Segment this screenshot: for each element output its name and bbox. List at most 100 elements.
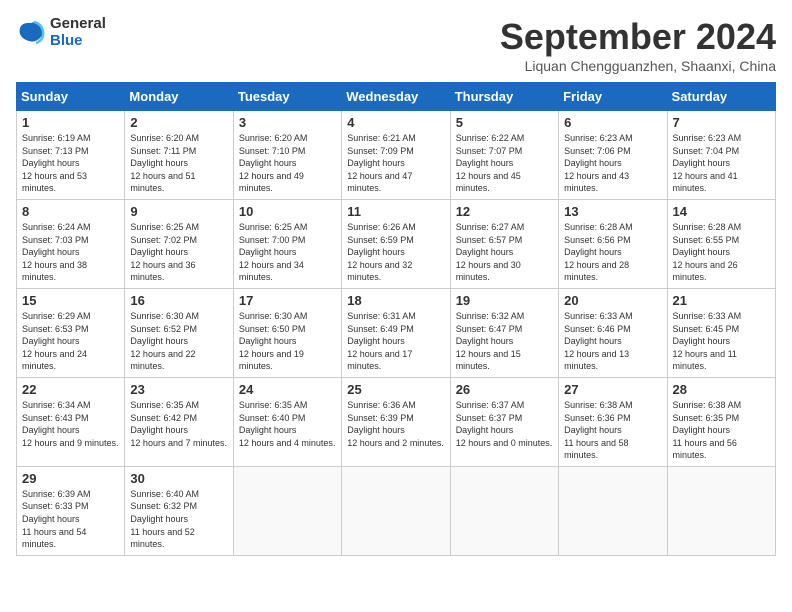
calendar-cell: 8 Sunrise: 6:24 AMSunset: 7:03 PMDaylight… (17, 199, 125, 288)
day-number: 15 (22, 293, 119, 308)
calendar-cell: 10Sunrise: 6:25 AMSunset: 7:00 PMDayligh… (233, 199, 341, 288)
month-title: September 2024 (500, 16, 776, 58)
location: Liquan Chengguanzhen, Shaanxi, China (500, 58, 776, 74)
calendar-cell: 9 Sunrise: 6:25 AMSunset: 7:02 PMDaylight… (125, 199, 233, 288)
day-info: Sunrise: 6:33 AMSunset: 6:45 PMDaylight … (673, 311, 742, 371)
day-info: Sunrise: 6:28 AMSunset: 6:55 PMDaylight … (673, 222, 742, 282)
day-info: Sunrise: 6:30 AMSunset: 6:52 PMDaylight … (130, 311, 199, 371)
weekday-header: Friday (559, 83, 667, 111)
day-info: Sunrise: 6:25 AMSunset: 7:02 PMDaylight … (130, 222, 199, 282)
day-number: 13 (564, 204, 661, 219)
calendar-week-row: 29 Sunrise: 6:39 AMSunset: 6:33 PMDayligh… (17, 466, 776, 555)
day-number: 4 (347, 115, 444, 130)
calendar-cell: 13Sunrise: 6:28 AMSunset: 6:56 PMDayligh… (559, 199, 667, 288)
calendar-cell: 2 Sunrise: 6:20 AMSunset: 7:11 PMDaylight… (125, 111, 233, 200)
weekday-header: Tuesday (233, 83, 341, 111)
calendar-week-row: 8 Sunrise: 6:24 AMSunset: 7:03 PMDaylight… (17, 199, 776, 288)
day-number: 30 (130, 471, 227, 486)
title-area: September 2024 Liquan Chengguanzhen, Sha… (500, 16, 776, 74)
day-number: 21 (673, 293, 770, 308)
weekday-header: Sunday (17, 83, 125, 111)
day-number: 3 (239, 115, 336, 130)
day-number: 12 (456, 204, 553, 219)
calendar: SundayMondayTuesdayWednesdayThursdayFrid… (16, 82, 776, 556)
day-number: 7 (673, 115, 770, 130)
calendar-week-row: 15 Sunrise: 6:29 AMSunset: 6:53 PMDayligh… (17, 288, 776, 377)
calendar-cell (233, 466, 341, 555)
day-number: 17 (239, 293, 336, 308)
day-info: Sunrise: 6:20 AMSunset: 7:10 PMDaylight … (239, 133, 308, 193)
day-number: 29 (22, 471, 119, 486)
day-info: Sunrise: 6:23 AMSunset: 7:04 PMDaylight … (673, 133, 742, 193)
logo-text: General Blue (50, 16, 106, 49)
day-number: 18 (347, 293, 444, 308)
day-info: Sunrise: 6:27 AMSunset: 6:57 PMDaylight … (456, 222, 525, 282)
day-info: Sunrise: 6:35 AMSunset: 6:40 PMDaylight … (239, 400, 336, 448)
calendar-cell: 16 Sunrise: 6:30 AMSunset: 6:52 PMDayligh… (125, 288, 233, 377)
day-number: 27 (564, 382, 661, 397)
day-number: 19 (456, 293, 553, 308)
calendar-cell: 30Sunrise: 6:40 AMSunset: 6:32 PMDayligh… (125, 466, 233, 555)
calendar-cell: 26 Sunrise: 6:37 AMSunset: 6:37 PMDayligh… (450, 377, 558, 466)
day-number: 11 (347, 204, 444, 219)
day-number: 20 (564, 293, 661, 308)
calendar-cell (342, 466, 450, 555)
calendar-cell: 11 Sunrise: 6:26 AMSunset: 6:59 PMDayligh… (342, 199, 450, 288)
day-info: Sunrise: 6:22 AMSunset: 7:07 PMDaylight … (456, 133, 525, 193)
day-info: Sunrise: 6:38 AMSunset: 6:35 PMDaylight … (673, 400, 742, 460)
calendar-cell: 28 Sunrise: 6:38 AMSunset: 6:35 PMDayligh… (667, 377, 775, 466)
day-number: 22 (22, 382, 119, 397)
logo-general: General (50, 16, 106, 33)
calendar-cell: 20Sunrise: 6:33 AMSunset: 6:46 PMDayligh… (559, 288, 667, 377)
day-info: Sunrise: 6:34 AMSunset: 6:43 PMDaylight … (22, 400, 119, 448)
calendar-cell: 3 Sunrise: 6:20 AMSunset: 7:10 PMDaylight… (233, 111, 341, 200)
calendar-cell: 22 Sunrise: 6:34 AMSunset: 6:43 PMDayligh… (17, 377, 125, 466)
day-info: Sunrise: 6:30 AMSunset: 6:50 PMDaylight … (239, 311, 308, 371)
day-number: 23 (130, 382, 227, 397)
day-info: Sunrise: 6:19 AMSunset: 7:13 PMDaylight … (22, 133, 91, 193)
calendar-cell: 17 Sunrise: 6:30 AMSunset: 6:50 PMDayligh… (233, 288, 341, 377)
day-number: 8 (22, 204, 119, 219)
calendar-cell: 25 Sunrise: 6:36 AMSunset: 6:39 PMDayligh… (342, 377, 450, 466)
calendar-cell: 1 Sunrise: 6:19 AMSunset: 7:13 PMDaylight… (17, 111, 125, 200)
calendar-cell: 29 Sunrise: 6:39 AMSunset: 6:33 PMDayligh… (17, 466, 125, 555)
day-number: 5 (456, 115, 553, 130)
day-number: 16 (130, 293, 227, 308)
day-info: Sunrise: 6:37 AMSunset: 6:37 PMDaylight … (456, 400, 553, 448)
calendar-cell: 24 Sunrise: 6:35 AMSunset: 6:40 PMDayligh… (233, 377, 341, 466)
day-number: 1 (22, 115, 119, 130)
day-info: Sunrise: 6:20 AMSunset: 7:11 PMDaylight … (130, 133, 199, 193)
calendar-cell: 18 Sunrise: 6:31 AMSunset: 6:49 PMDayligh… (342, 288, 450, 377)
day-number: 2 (130, 115, 227, 130)
day-number: 26 (456, 382, 553, 397)
calendar-cell: 5 Sunrise: 6:22 AMSunset: 7:07 PMDaylight… (450, 111, 558, 200)
weekday-header: Monday (125, 83, 233, 111)
weekday-header: Saturday (667, 83, 775, 111)
logo-blue: Blue (50, 33, 106, 50)
day-info: Sunrise: 6:29 AMSunset: 6:53 PMDaylight … (22, 311, 91, 371)
day-info: Sunrise: 6:24 AMSunset: 7:03 PMDaylight … (22, 222, 91, 282)
weekday-header: Wednesday (342, 83, 450, 111)
calendar-cell (450, 466, 558, 555)
day-info: Sunrise: 6:31 AMSunset: 6:49 PMDaylight … (347, 311, 416, 371)
day-number: 10 (239, 204, 336, 219)
calendar-cell: 4Sunrise: 6:21 AMSunset: 7:09 PMDaylight… (342, 111, 450, 200)
calendar-cell: 7 Sunrise: 6:23 AMSunset: 7:04 PMDaylight… (667, 111, 775, 200)
day-info: Sunrise: 6:39 AMSunset: 6:33 PMDaylight … (22, 489, 91, 549)
day-number: 25 (347, 382, 444, 397)
header: General Blue September 2024 Liquan Cheng… (16, 16, 776, 74)
calendar-cell: 19Sunrise: 6:32 AMSunset: 6:47 PMDayligh… (450, 288, 558, 377)
calendar-week-row: 22 Sunrise: 6:34 AMSunset: 6:43 PMDayligh… (17, 377, 776, 466)
day-number: 9 (130, 204, 227, 219)
calendar-cell (559, 466, 667, 555)
weekday-header: Thursday (450, 83, 558, 111)
day-info: Sunrise: 6:35 AMSunset: 6:42 PMDaylight … (130, 400, 227, 448)
calendar-cell: 14Sunrise: 6:28 AMSunset: 6:55 PMDayligh… (667, 199, 775, 288)
calendar-cell: 6Sunrise: 6:23 AMSunset: 7:06 PMDaylight… (559, 111, 667, 200)
day-info: Sunrise: 6:36 AMSunset: 6:39 PMDaylight … (347, 400, 444, 448)
calendar-cell: 27Sunrise: 6:38 AMSunset: 6:36 PMDayligh… (559, 377, 667, 466)
logo-icon (16, 18, 46, 48)
day-number: 24 (239, 382, 336, 397)
day-number: 28 (673, 382, 770, 397)
day-info: Sunrise: 6:26 AMSunset: 6:59 PMDaylight … (347, 222, 416, 282)
